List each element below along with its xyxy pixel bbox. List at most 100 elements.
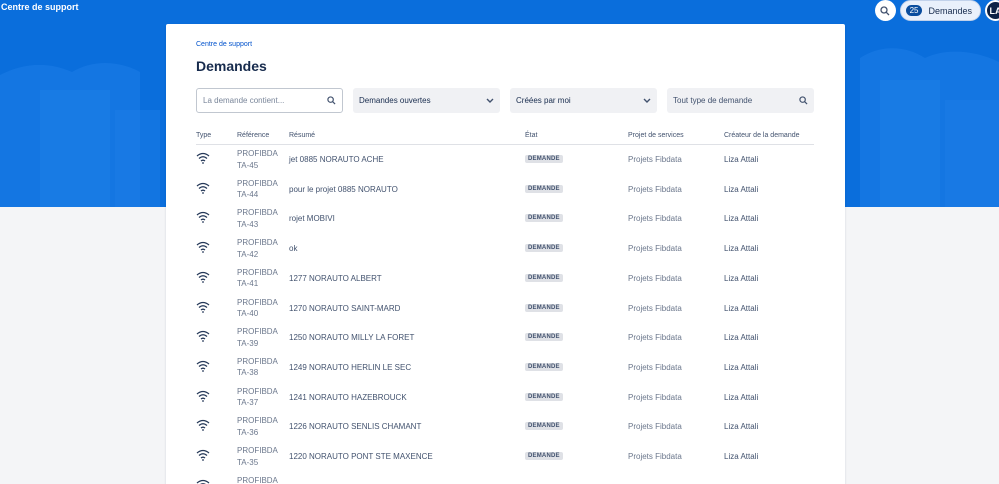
table-row[interactable]: PROFIBDA TA-40 1270 NORAUTO SAINT-MARD DEM… (196, 294, 814, 324)
request-reference[interactable]: PROFIBDA TA-45 (237, 148, 283, 171)
table-row[interactable]: PROFIBDA TA-35 1220 NORAUTO PONT STE MAXE… (196, 442, 814, 472)
status-filter-value: Demandes ouvertes (359, 96, 431, 105)
page-title: Demandes (196, 58, 267, 74)
request-summary[interactable]: 1249 NORAUTO HERLIN LE SEC (289, 363, 411, 372)
status-badge: DEMANDE (525, 333, 563, 342)
chevron-down-icon (486, 98, 494, 103)
table-row[interactable]: PROFIBDA TA-41 1277 NORAUTO ALBERT DEMANDE… (196, 264, 814, 294)
table-header: Type Référence Résumé État Projet de ser… (196, 129, 814, 145)
status-badge: DEMANDE (525, 452, 563, 460)
request-creator: Liza Attali (724, 273, 759, 283)
status-badge: DEMANDE (525, 273, 563, 282)
table-row[interactable]: PROFIBDA TA-39 1250 NORAUTO MILLY LA FORE… (196, 323, 814, 353)
search-icon[interactable] (874, 0, 896, 21)
request-creator: Liza Attali (724, 392, 759, 402)
table-row[interactable]: PROFIBDA TA-45 jet 0885 NORAUTO ACHE DEMAN… (196, 145, 814, 175)
request-type-icon (196, 240, 210, 258)
request-summary[interactable]: 1241 NORAUTO HAZEBROUCK (289, 393, 407, 402)
request-reference[interactable]: PROFIBDA TA-37 (237, 386, 283, 409)
request-reference[interactable]: PROFIBDA TA-39 (237, 326, 283, 349)
requests-label: Demandes (928, 5, 972, 16)
request-reference[interactable]: PROFIBDA TA-43 (237, 207, 283, 230)
request-creator: Liza Attali (724, 452, 759, 461)
chevron-down-icon (643, 98, 651, 103)
status-badge: DEMANDE (525, 244, 563, 253)
request-summary[interactable]: 1226 NORAUTO SENLIS CHAMANT (289, 422, 421, 431)
request-type-icon (196, 448, 210, 466)
request-type-icon (196, 270, 210, 288)
request-reference[interactable]: PROFIBDA TA-36 (237, 415, 283, 438)
request-project: Projets Fibdata (628, 422, 682, 432)
table-row[interactable]: PROFIBDA TA-44 pour le projet 0885 NORAUT… (196, 175, 814, 205)
status-badge: DEMANDE (525, 214, 563, 223)
request-project: Projets Fibdata (628, 273, 682, 283)
request-reference[interactable]: PROFIBDA (237, 475, 283, 484)
request-project: Projets Fibdata (628, 244, 682, 254)
requests-count-badge: 25 (905, 5, 923, 16)
request-project: Projets Fibdata (628, 452, 682, 461)
request-summary[interactable]: ok (289, 244, 297, 253)
request-type-icon (196, 151, 210, 169)
column-header-type[interactable]: Type (196, 132, 211, 139)
request-project: Projets Fibdata (628, 184, 682, 194)
status-badge: DEMANDE (525, 362, 563, 371)
column-header-status[interactable]: État (525, 132, 537, 139)
request-type-icon (196, 359, 210, 377)
search-input[interactable]: La demande contient... (196, 88, 343, 113)
search-placeholder: La demande contient... (203, 96, 285, 105)
creator-filter-select[interactable]: Créées par moi (510, 88, 657, 113)
request-reference[interactable]: PROFIBDA TA-40 (237, 297, 283, 320)
top-right-controls: 25 Demandes LA (874, 0, 999, 21)
request-summary[interactable]: pour le projet 0885 NORAUTO (289, 185, 398, 194)
requests-card: Centre de support Demandes La demande co… (166, 24, 845, 484)
status-badge: DEMANDE (525, 155, 563, 163)
request-summary[interactable]: 1220 NORAUTO PONT STE MAXENCE (289, 452, 433, 461)
request-project: Projets Fibdata (628, 333, 682, 343)
request-type-icon (196, 181, 210, 199)
request-creator: Liza Attali (724, 303, 759, 313)
request-reference[interactable]: PROFIBDA TA-44 (237, 178, 283, 201)
avatar[interactable]: LA (985, 0, 999, 21)
request-creator: Liza Attali (724, 184, 759, 194)
request-project: Projets Fibdata (628, 392, 682, 402)
table-row[interactable]: PROFIBDA TA-36 1226 NORAUTO SENLIS CHAMAN… (196, 412, 814, 442)
request-project: Projets Fibdata (628, 214, 682, 224)
column-header-reference[interactable]: Référence (237, 132, 269, 139)
request-reference[interactable]: PROFIBDA TA-42 (237, 237, 283, 260)
request-creator: Liza Attali (724, 155, 759, 164)
request-type-icon (196, 418, 210, 436)
request-creator: Liza Attali (724, 214, 759, 224)
table-row[interactable]: PROFIBDA TA-38 1249 NORAUTO HERLIN LE SEC… (196, 353, 814, 383)
status-badge: DEMANDE (525, 303, 563, 312)
brand-title[interactable]: Centre de support (1, 2, 79, 12)
column-header-creator[interactable]: Créateur de la demande (724, 132, 800, 139)
request-creator: Liza Attali (724, 244, 759, 254)
table-row[interactable]: PROFIBDA TA-42 ok DEMANDE Projets Fibdata Li… (196, 234, 814, 264)
request-reference[interactable]: PROFIBDA TA-41 (237, 267, 283, 290)
requests-button[interactable]: 25 Demandes (899, 0, 981, 21)
request-reference[interactable]: PROFIBDA TA-35 (237, 445, 283, 468)
status-badge: DEMANDE (525, 392, 563, 401)
request-type-icon (196, 300, 210, 318)
breadcrumb[interactable]: Centre de support (196, 41, 252, 48)
column-header-summary[interactable]: Résumé (289, 132, 315, 139)
request-summary[interactable]: 1270 NORAUTO SAINT-MARD (289, 304, 400, 313)
status-badge: DEMANDE (525, 184, 563, 193)
request-summary[interactable]: 1250 NORAUTO MILLY LA FORET (289, 333, 414, 342)
column-header-project[interactable]: Projet de services (628, 132, 684, 139)
request-type-icon (196, 329, 210, 347)
request-type-icon (196, 478, 210, 484)
status-filter-select[interactable]: Demandes ouvertes (353, 88, 500, 113)
request-project: Projets Fibdata (628, 362, 682, 372)
request-project: Projets Fibdata (628, 303, 682, 313)
request-summary[interactable]: 1277 NORAUTO ALBERT (289, 274, 382, 283)
table-row[interactable]: PROFIBDA TA-37 1241 NORAUTO HAZEBROUCK DEM… (196, 383, 814, 413)
table-row[interactable]: PROFIBDA (196, 472, 814, 484)
request-summary[interactable]: rojet MOBIVI (289, 214, 335, 223)
type-filter-placeholder: Tout type de demande (673, 96, 753, 105)
request-summary[interactable]: jet 0885 NORAUTO ACHE (289, 155, 384, 164)
request-type-icon (196, 210, 210, 228)
table-row[interactable]: PROFIBDA TA-43 rojet MOBIVI DEMANDE Projets… (196, 204, 814, 234)
type-filter-input[interactable]: Tout type de demande (667, 88, 814, 113)
request-reference[interactable]: PROFIBDA TA-38 (237, 356, 283, 379)
